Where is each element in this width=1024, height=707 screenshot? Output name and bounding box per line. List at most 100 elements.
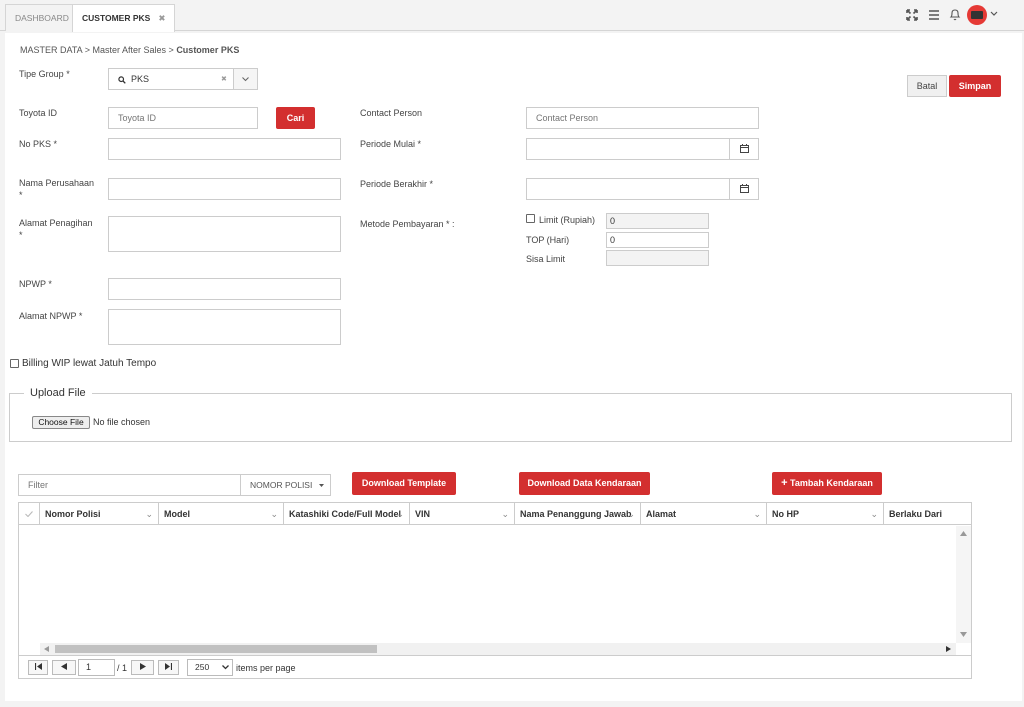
nama-perusahaan-input[interactable] xyxy=(108,178,341,200)
sisa-limit-input xyxy=(606,250,709,266)
tab-label: CUSTOMER PKS xyxy=(82,13,151,23)
search-button[interactable]: Cari xyxy=(276,107,315,129)
breadcrumb-middle[interactable]: Master After Sales xyxy=(92,45,166,55)
prev-page-icon xyxy=(61,663,67,670)
periode-berakhir-label: Periode Berakhir * xyxy=(360,179,434,189)
billing-wip-checkbox[interactable] xyxy=(10,359,19,368)
npwp-input[interactable] xyxy=(108,278,341,300)
tab-dashboard[interactable]: DASHBOARD xyxy=(5,4,79,31)
contact-person-input[interactable] xyxy=(526,107,759,129)
scroll-up-icon[interactable] xyxy=(960,531,967,536)
limit-input[interactable]: 0 xyxy=(606,213,709,229)
column-header[interactable]: No HP ⌄ xyxy=(767,503,884,525)
caret-down-icon xyxy=(319,484,324,487)
alamat-penagihan-input[interactable] xyxy=(108,216,341,252)
column-header[interactable]: Alamat ⌄ xyxy=(641,503,767,525)
horizontal-scrollbar[interactable] xyxy=(40,643,956,655)
billing-wip-label: Billing WIP lewat Jatuh Tempo xyxy=(22,358,157,369)
menu-icon[interactable] xyxy=(928,9,940,21)
filter-field-select[interactable]: NOMOR POLISI xyxy=(240,474,331,496)
toyota-id-input[interactable] xyxy=(108,107,258,129)
column-header[interactable]: VIN ⌄ xyxy=(410,503,515,525)
chevron-down-icon[interactable]: ⌄ xyxy=(627,503,635,525)
tipe-group-label: Tipe Group * xyxy=(19,69,70,79)
scroll-right-icon[interactable] xyxy=(946,646,951,652)
filter-input[interactable] xyxy=(18,474,241,496)
clear-icon[interactable]: ✖ xyxy=(221,75,227,83)
plus-icon: + xyxy=(781,477,788,489)
column-header[interactable]: Katashiki Code/Full Model ⌄ xyxy=(284,503,410,525)
chevron-down-icon[interactable]: ⌄ xyxy=(753,503,761,525)
page-total: / 1 xyxy=(117,663,128,673)
calendar-button[interactable] xyxy=(729,179,758,199)
scroll-down-icon[interactable] xyxy=(960,632,967,637)
calendar-button[interactable] xyxy=(729,139,758,159)
column-header[interactable]: Model ⌄ xyxy=(159,503,284,525)
chevron-down-icon[interactable]: ⌄ xyxy=(870,503,878,525)
metode-pembayaran-label: Metode Pembayaran * : xyxy=(360,219,455,229)
avatar[interactable] xyxy=(967,5,987,25)
scroll-left-icon[interactable] xyxy=(44,646,49,652)
chevron-down-icon[interactable] xyxy=(990,11,998,17)
breadcrumb-separator: > xyxy=(168,45,174,55)
bell-icon[interactable] xyxy=(949,8,961,21)
alamat-npwp-input[interactable] xyxy=(108,309,341,345)
no-pks-label: No PKS * xyxy=(19,139,58,149)
choose-file-button[interactable]: Choose File xyxy=(32,416,90,429)
column-header[interactable]: Berlaku Dari xyxy=(884,503,971,525)
save-button[interactable]: Simpan xyxy=(949,75,1001,97)
nama-perusahaan-label: Nama Perusahaan * xyxy=(19,177,94,201)
chevron-down-icon[interactable]: ⌄ xyxy=(501,503,509,525)
scroll-thumb[interactable] xyxy=(55,645,377,653)
breadcrumb: MASTER DATA > Master After Sales > Custo… xyxy=(20,44,239,56)
top-input[interactable]: 0 xyxy=(606,232,709,248)
column-header-label: VIN xyxy=(415,509,431,519)
download-data-button[interactable]: Download Data Kendaraan xyxy=(519,472,650,495)
chevron-down-icon xyxy=(242,77,249,82)
cancel-button[interactable]: Batal xyxy=(907,75,947,97)
top-label: TOP (Hari) xyxy=(526,235,570,245)
first-page-button[interactable] xyxy=(28,660,48,675)
alamat-penagihan-label: Alamat Penagihan * xyxy=(19,217,93,241)
page-number-input[interactable]: 1 xyxy=(78,659,115,676)
chevron-down-icon xyxy=(222,665,229,670)
periode-mulai-input[interactable] xyxy=(526,138,759,160)
breadcrumb-current: Customer PKS xyxy=(176,45,240,55)
expand-icon[interactable] xyxy=(906,9,918,21)
add-vehicle-button[interactable]: + Tambah Kendaraan xyxy=(772,472,882,495)
column-header[interactable]: Nama Penanggung Jawab ⌄ xyxy=(515,503,641,525)
toyota-id-label: Toyota ID xyxy=(19,108,58,118)
next-page-icon xyxy=(139,663,146,670)
page-size-value: 250 xyxy=(195,662,210,672)
calendar-icon xyxy=(740,144,749,153)
breadcrumb-root[interactable]: MASTER DATA xyxy=(20,45,82,55)
prev-page-button[interactable] xyxy=(52,660,76,675)
label-line: Nama Perusahaan xyxy=(19,178,95,188)
last-page-button[interactable] xyxy=(158,660,179,675)
required-mark: * xyxy=(19,230,23,240)
tab-customer-pks[interactable]: CUSTOMER PKS ✖ xyxy=(72,4,176,32)
calendar-icon xyxy=(740,184,749,193)
tipe-group-select[interactable]: PKS ✖ xyxy=(108,68,258,90)
page-size-label: items per page xyxy=(236,663,296,673)
filter-field-value: NOMOR POLISI xyxy=(250,480,313,490)
next-page-button[interactable] xyxy=(131,660,154,675)
periode-berakhir-input[interactable] xyxy=(526,178,759,200)
chevron-down-icon[interactable]: ⌄ xyxy=(270,503,278,525)
close-icon[interactable]: ✖ xyxy=(158,13,165,23)
page-size-select[interactable]: 250 xyxy=(187,659,233,676)
chevron-down-icon[interactable]: ⌄ xyxy=(396,503,404,525)
vertical-scrollbar[interactable] xyxy=(956,526,971,643)
column-header-label: Model xyxy=(164,509,190,519)
search-icon xyxy=(118,76,126,84)
download-template-button[interactable]: Download Template xyxy=(352,472,456,495)
select-all-cell[interactable] xyxy=(19,503,40,525)
limit-checkbox[interactable] xyxy=(526,214,535,223)
column-header-label: Nama Penanggung Jawab xyxy=(520,509,632,519)
dropdown-toggle[interactable] xyxy=(233,69,257,89)
grid-header: Nomor Polisi ⌄ Model ⌄ Katashiki Code/Full… xyxy=(19,503,971,525)
column-header[interactable]: Nomor Polisi ⌄ xyxy=(40,503,159,525)
no-pks-input[interactable] xyxy=(108,138,341,160)
chevron-down-icon[interactable]: ⌄ xyxy=(145,503,153,525)
column-header-label: No HP xyxy=(772,509,799,519)
